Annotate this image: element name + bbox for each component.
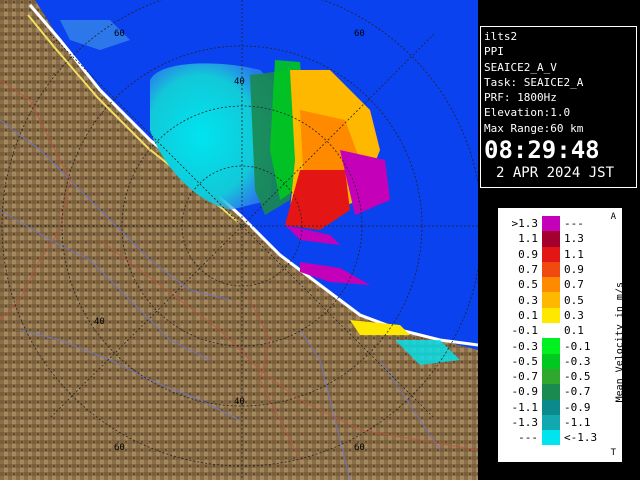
ring-label: 40 — [94, 317, 105, 327]
legend-swatch — [542, 216, 560, 232]
legend-swatch — [542, 353, 560, 369]
legend-low-value: 0.1 — [518, 308, 538, 322]
legend-low-value: -0.5 — [511, 354, 539, 368]
legend-swatch — [542, 368, 560, 385]
velocity-legend: >1.3 --- 1.1 1.3 0.9 1.1 0.7 0.9 0.5 0.7 0.3 0.5 0.1… — [498, 208, 625, 462]
legend-row: -1.3 -1.1 — [504, 414, 600, 431]
legend-swatch — [542, 430, 560, 446]
legend-table: >1.3 --- 1.1 1.3 0.9 1.1 0.7 0.9 0.5 0.7 0.3 0.5 0.1… — [504, 216, 600, 446]
legend-low-value: -1.3 — [511, 416, 539, 429]
legend-low-value: 0.3 — [518, 293, 538, 307]
radar-ppi-map[interactable]: 60 60 40 40 40 60 60 — [0, 0, 478, 480]
legend-swatch — [542, 277, 560, 293]
legend-swatch — [542, 323, 560, 339]
legend-high-value: -0.3 — [564, 354, 591, 368]
legend-row: 0.5 0.7 — [504, 277, 600, 293]
legend-low-value: -0.9 — [511, 385, 539, 399]
elevation-value: Elevation:1.0 — [484, 106, 571, 120]
legend-high-value: --- — [564, 217, 584, 231]
legend-row: 0.1 0.3 — [504, 307, 600, 324]
legend-swatch — [542, 399, 560, 415]
legend-low-value: 0.9 — [518, 247, 538, 261]
legend-row: 0.3 0.5 — [504, 292, 600, 308]
legend-low-value: 1.1 — [518, 232, 538, 246]
legend-high-value: -0.5 — [564, 370, 591, 384]
ring-label: 60 — [354, 29, 365, 39]
legend-row: -0.7 -0.5 — [504, 368, 600, 385]
legend-high-value: -1.1 — [564, 416, 591, 429]
legend-low-value: -0.3 — [511, 339, 539, 353]
legend-title: Mean Velocity in m/s — [614, 282, 625, 403]
legend-corner-bottom: T — [610, 448, 616, 458]
info-panel: ilts2 PPI SEAICE2_A_V Task: SEAICE2_A PR… — [480, 26, 637, 188]
legend-row: 1.1 1.3 — [504, 231, 600, 247]
legend-high-value: -0.1 — [564, 339, 591, 353]
scan-mode: PPI — [484, 45, 504, 59]
legend-low-value: -0.7 — [511, 370, 539, 384]
legend-high-value: 0.7 — [564, 278, 584, 292]
legend-row: --- <-1.3 — [504, 430, 600, 446]
legend-high-value: 0.3 — [564, 308, 584, 322]
legend-row: 0.9 1.1 — [504, 246, 600, 262]
legend-high-value: <-1.3 — [564, 431, 598, 445]
ring-label: 60 — [354, 443, 365, 453]
ring-label: 60 — [114, 443, 125, 453]
legend-low-value: 0.7 — [518, 263, 538, 277]
legend-low-value: 0.5 — [518, 278, 538, 292]
product-name: SEAICE2_A_V — [484, 60, 557, 74]
legend-swatch — [542, 246, 560, 262]
scan-time: 08:29:48 — [484, 136, 600, 165]
ring-label: 60 — [114, 29, 125, 39]
legend-corner-top: A — [610, 212, 616, 222]
legend-high-value: 1.3 — [564, 232, 584, 246]
legend-high-value: 0.1 — [564, 324, 584, 338]
legend-low-value: -0.1 — [511, 324, 539, 338]
legend-row: -0.5 -0.3 — [504, 353, 600, 369]
legend-high-value: -0.9 — [564, 400, 591, 414]
task-name: Task: SEAICE2_A — [484, 75, 584, 89]
legend-low-value: --- — [518, 431, 538, 445]
legend-row: -0.9 -0.7 — [504, 384, 600, 400]
legend-swatch — [542, 384, 560, 400]
prf-value: PRF: 1800Hz — [484, 91, 557, 105]
legend-row: -0.1 0.1 — [504, 323, 600, 339]
legend-swatch — [542, 292, 560, 308]
legend-low-value: -1.1 — [511, 400, 539, 414]
legend-low-value: >1.3 — [511, 217, 539, 231]
legend-row: >1.3 --- — [504, 216, 600, 232]
legend-swatch — [542, 261, 560, 278]
ring-label: 40 — [234, 397, 245, 407]
scan-date: 2 APR 2024 JST — [496, 165, 615, 182]
legend-high-value: 1.1 — [564, 247, 584, 261]
legend-row: -1.1 -0.9 — [504, 399, 600, 415]
legend-high-value: 0.5 — [564, 293, 584, 307]
legend-swatch — [542, 414, 560, 431]
legend-high-value: -0.7 — [564, 385, 591, 399]
ring-label: 40 — [234, 77, 245, 87]
station-name: ilts2 — [484, 30, 518, 43]
legend-swatch — [542, 231, 560, 247]
legend-row: 0.7 0.9 — [504, 261, 600, 278]
legend-swatch — [542, 338, 560, 354]
max-range-value: Max Range:60 km — [484, 121, 584, 135]
legend-row: -0.3 -0.1 — [504, 338, 600, 354]
legend-high-value: 0.9 — [564, 263, 584, 277]
legend-swatch — [542, 307, 560, 324]
